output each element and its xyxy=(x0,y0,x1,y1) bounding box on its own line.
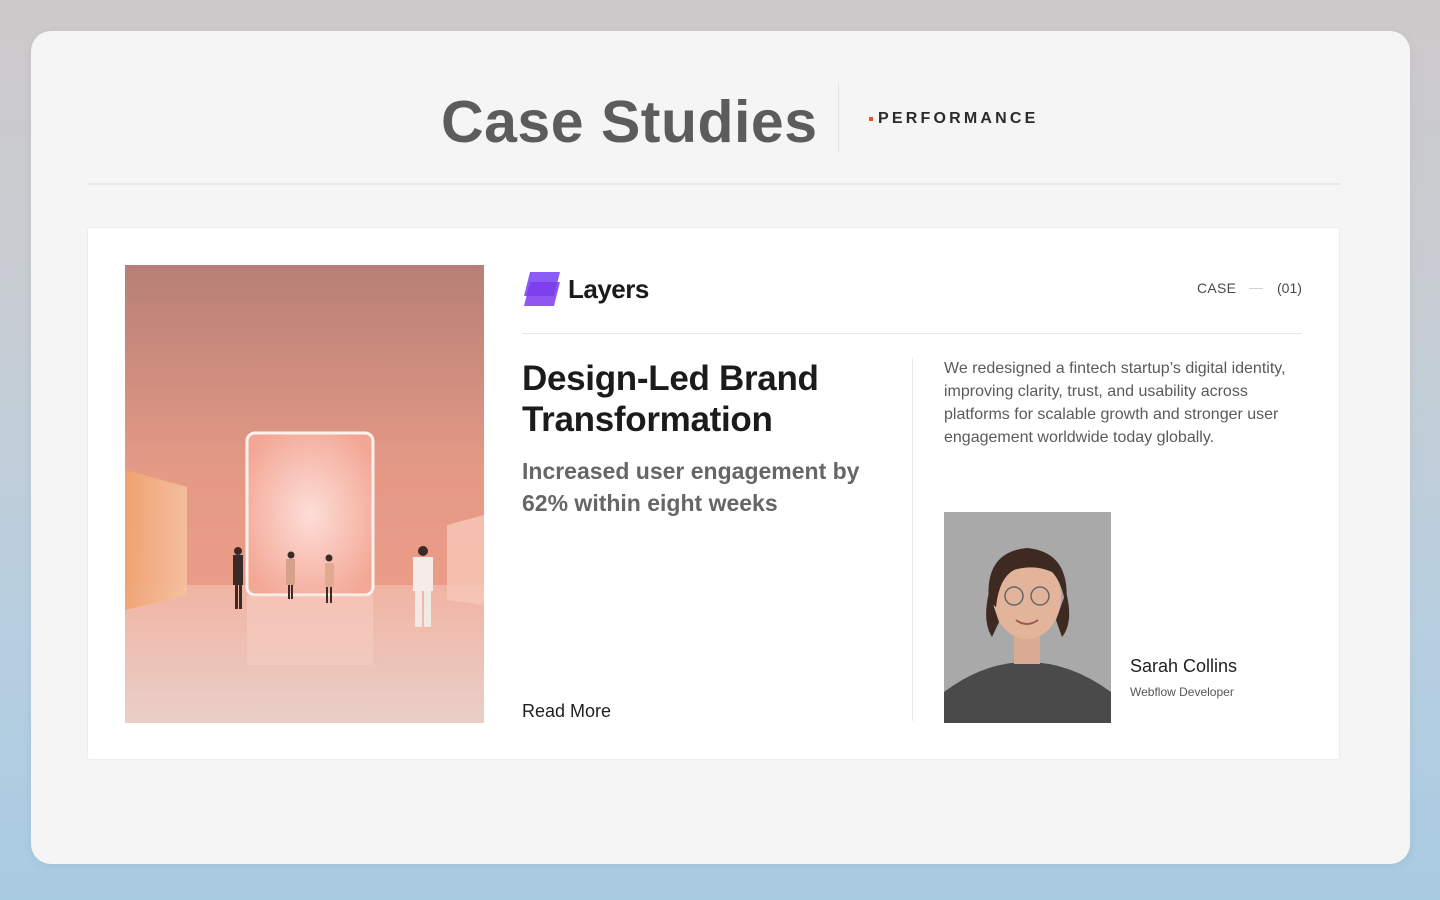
header-divider xyxy=(838,83,839,153)
page-title: Case Studies xyxy=(441,89,818,155)
case-result: Increased user engagement by 62% within … xyxy=(522,458,860,516)
column-divider xyxy=(912,357,913,721)
page-frame: Case Studies PERFORMANCE Layers CASE (01… xyxy=(31,31,1410,864)
case-number: (01) xyxy=(1277,280,1302,296)
case-study-image xyxy=(125,265,484,723)
case-divider xyxy=(1249,288,1263,289)
person-name: Sarah Collins xyxy=(1130,656,1238,676)
section-header: Case Studies PERFORMANCE xyxy=(87,31,1340,185)
layers-logo-icon xyxy=(524,272,560,306)
category-tag: PERFORMANCE xyxy=(869,109,1039,129)
read-more-link[interactable]: Read More xyxy=(522,701,611,722)
person-role: Webflow Developer xyxy=(1130,685,1234,699)
case-description: We redesigned a fintech startup’s digita… xyxy=(944,360,1286,446)
brand-row: Layers CASE (01) xyxy=(522,265,1302,334)
category-tag-label: PERFORMANCE xyxy=(878,110,1039,127)
dot-icon xyxy=(869,117,873,121)
case-label: CASE xyxy=(1197,280,1237,296)
case-headline: Design-Led Brand Transformation xyxy=(522,359,819,439)
case-study-card: Layers CASE (01) Design-Led Brand Transf… xyxy=(87,227,1340,760)
brand-name: Layers xyxy=(568,274,649,304)
person-photo xyxy=(944,512,1111,723)
